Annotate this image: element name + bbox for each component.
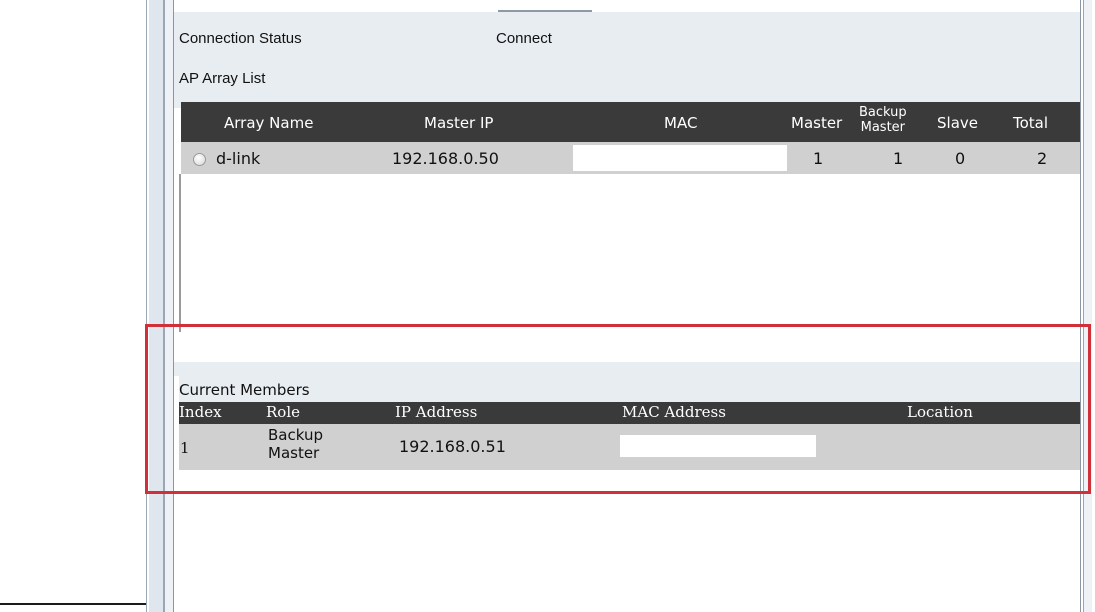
horizontal-divider xyxy=(0,603,148,605)
redacted-mac-address xyxy=(620,435,816,457)
top-tab-edge xyxy=(498,10,592,12)
cell-role-line2: Master xyxy=(268,444,320,462)
ap-array-list-title: AP Array List xyxy=(179,70,266,87)
cell-role-line1: Backup xyxy=(268,426,323,444)
col-mac: MAC xyxy=(664,114,698,132)
cell-backup-master: 1 xyxy=(893,149,904,168)
connection-status-label: Connection Status xyxy=(179,30,302,47)
redacted-mac xyxy=(573,145,787,171)
current-members-panel: Current Members xyxy=(179,376,1080,402)
col-backup-master-line2: Master xyxy=(860,120,906,135)
frame-left-border xyxy=(146,0,176,612)
col-index: Index xyxy=(179,403,222,421)
col-slave: Slave xyxy=(937,114,978,132)
cell-total: 2 xyxy=(1037,149,1048,168)
frame-line xyxy=(1084,0,1092,612)
col-master-ip: Master IP xyxy=(424,114,494,132)
frame-line xyxy=(165,0,173,612)
cell-index: 1 xyxy=(180,439,190,457)
frame-line xyxy=(1080,0,1081,612)
col-backup-master-line1: Backup xyxy=(859,105,907,120)
col-mac-address: MAC Address xyxy=(622,403,726,421)
status-panel: Connection Status Connect AP Array List xyxy=(174,10,1080,108)
table-row[interactable]: 1 Backup Master 192.168.0.51 xyxy=(179,424,1080,470)
cell-role: Backup Master xyxy=(268,426,323,462)
cell-master-ip: 192.168.0.50 xyxy=(392,149,499,168)
cell-master: 1 xyxy=(813,149,824,168)
cell-ip-address: 192.168.0.51 xyxy=(399,437,506,456)
col-ip-address: IP Address xyxy=(395,403,478,421)
col-location: Location xyxy=(907,403,973,421)
current-members-title: Current Members xyxy=(179,381,310,399)
ap-array-table-empty-area xyxy=(179,174,1080,332)
connection-status-value: Connect xyxy=(496,30,552,47)
col-array-name: Array Name xyxy=(224,114,314,132)
cell-array-name: d-link xyxy=(216,149,261,168)
current-members-table: Index Role IP Address MAC Address Locati… xyxy=(179,402,1080,470)
content-panel: Connection Status Connect AP Array List … xyxy=(174,10,1080,612)
ap-array-table: Array Name Master IP MAC Master Backup M… xyxy=(179,102,1080,332)
table-row[interactable]: d-link 192.168.0.50 1 1 0 2 xyxy=(181,142,1080,174)
col-role: Role xyxy=(266,403,300,421)
ap-array-table-header: Array Name Master IP MAC Master Backup M… xyxy=(181,102,1080,142)
screenshot-stage: Connection Status Connect AP Array List … xyxy=(0,0,1095,612)
current-members-table-header: Index Role IP Address MAC Address Locati… xyxy=(179,402,1080,424)
section-divider xyxy=(174,362,1080,376)
frame-line xyxy=(149,0,163,612)
col-backup-master: Backup Master xyxy=(859,105,907,135)
col-master: Master xyxy=(791,114,843,132)
row-select-radio[interactable] xyxy=(193,153,206,166)
cell-slave: 0 xyxy=(955,149,966,168)
frame-line xyxy=(146,0,147,612)
col-total: Total xyxy=(1013,114,1049,132)
frame-right-border xyxy=(1080,0,1095,612)
